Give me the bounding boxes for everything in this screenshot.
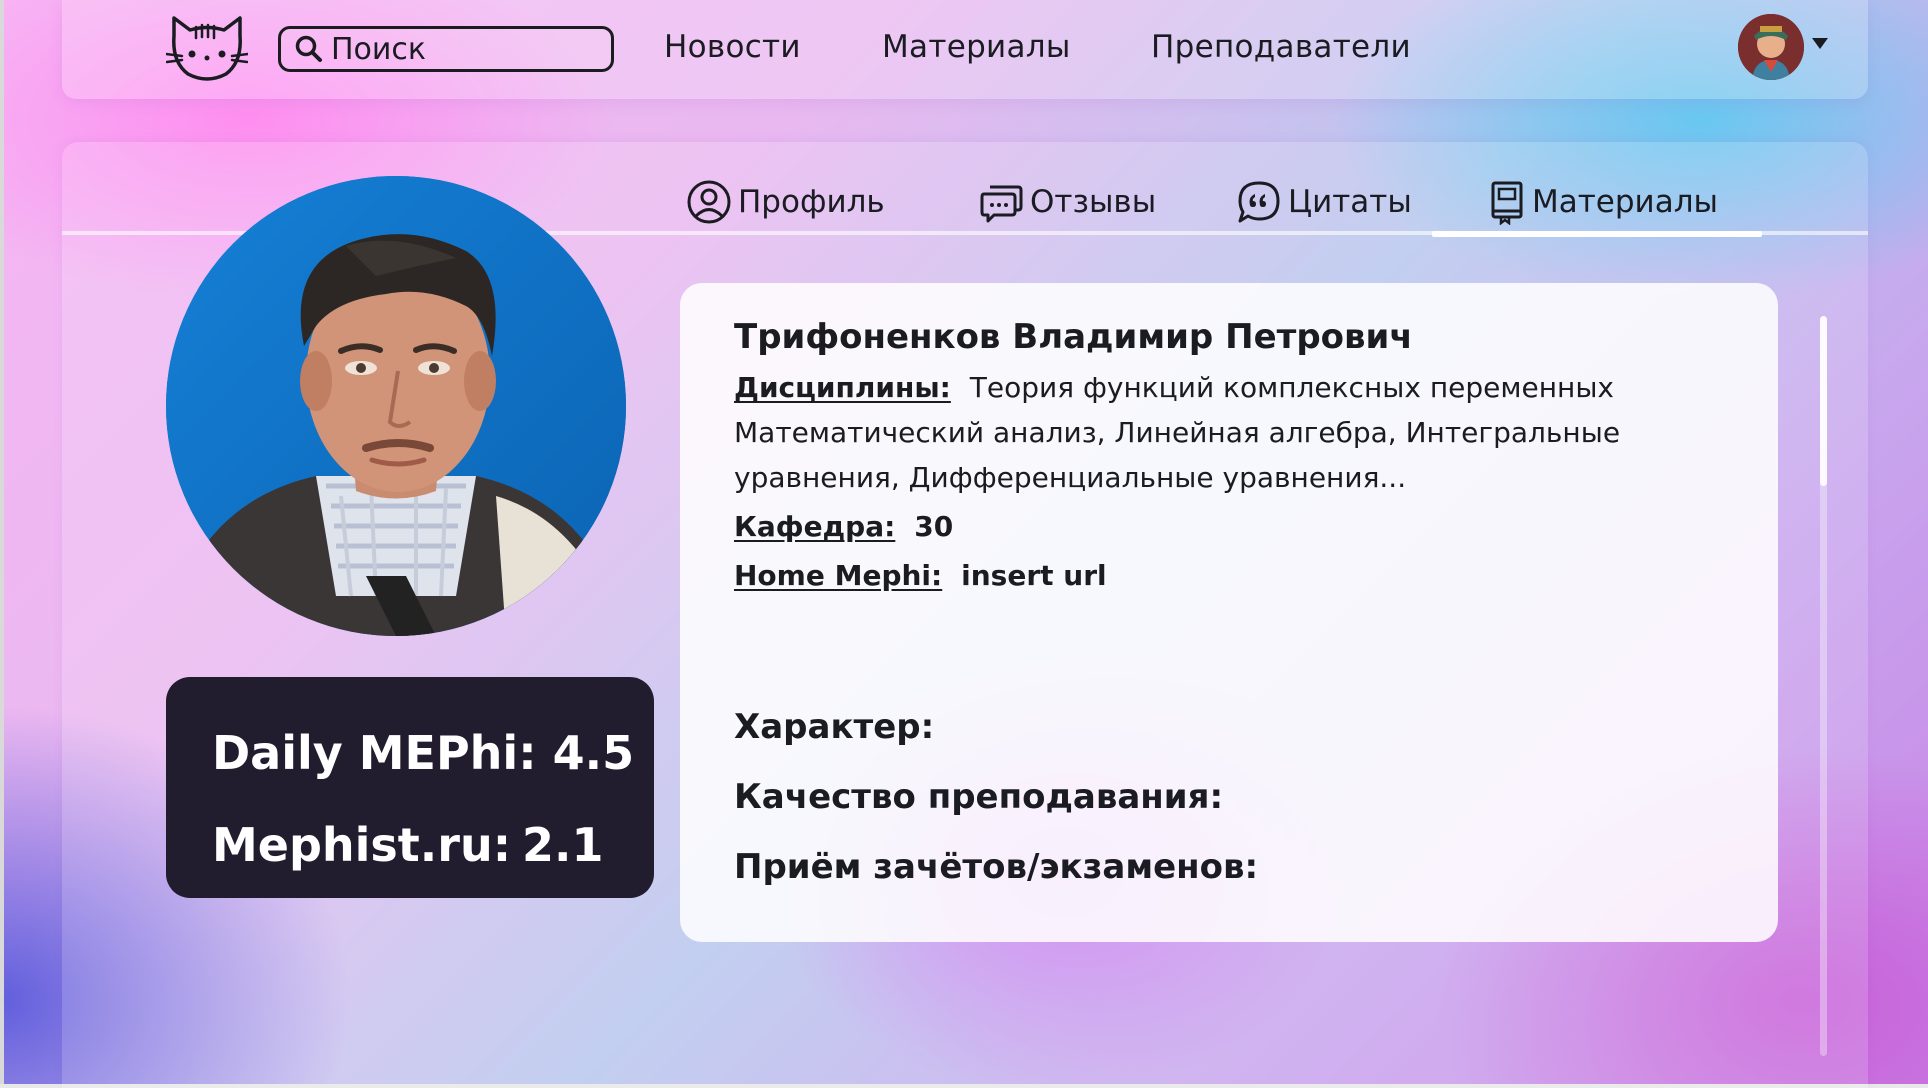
tab-quotes-label: Цитаты — [1288, 184, 1412, 220]
disciplines-label: Дисциплины: — [734, 371, 951, 404]
search-icon — [295, 35, 322, 62]
window-left-edge — [0, 0, 4, 1088]
caret-down-icon[interactable] — [1812, 38, 1828, 50]
rating-source: Mephist.ru: — [212, 818, 512, 872]
teacher-name: Трифоненков Владимир Петрович — [734, 317, 1413, 357]
tab-reviews[interactable]: Отзывы — [980, 174, 1156, 230]
active-tab-indicator — [1432, 231, 1762, 237]
homepage-row: Home Mephi: insert url — [734, 553, 1748, 598]
homepage-value: insert url — [961, 559, 1107, 592]
nav-materials[interactable]: Материалы — [882, 29, 1071, 65]
scrollbar-thumb[interactable] — [1820, 316, 1827, 486]
rating-value: 4.5 — [552, 726, 635, 780]
quote-bubble-icon — [1238, 181, 1280, 223]
disciplines-row: Дисциплины: Теория функций комплексных п… — [734, 365, 1748, 500]
criterion-teaching-quality: Качество преподавания: — [734, 777, 1224, 817]
rating-row: Daily MEPhi: 4.5 — [212, 707, 654, 799]
tab-reviews-label: Отзывы — [1030, 184, 1157, 220]
rating-row: Mephist.ru: 2.1 — [212, 799, 654, 891]
user-menu[interactable] — [1738, 14, 1828, 80]
nav-teachers[interactable]: Преподаватели — [1151, 29, 1411, 65]
teacher-info-card: Трифоненков Владимир Петрович Дисциплины… — [680, 283, 1778, 942]
rating-source: Daily MEPhi: — [212, 726, 537, 780]
criterion-exams: Приём зачётов/экзаменов: — [734, 847, 1259, 887]
ratings-card: Daily MEPhi: 4.5 Mephist.ru: 2.1 — [166, 677, 654, 898]
search-input[interactable] — [331, 31, 601, 67]
page: Новости Материалы Преподаватели Профиль — [0, 0, 1928, 1088]
teacher-photo — [166, 176, 626, 636]
tab-profile[interactable]: Профиль — [686, 174, 885, 230]
rating-value: 2.1 — [522, 818, 604, 872]
search-box[interactable] — [278, 26, 614, 72]
department-row: Кафедра: 30 — [734, 504, 1748, 549]
tab-materials[interactable]: Материалы — [1488, 174, 1718, 230]
homepage-link[interactable]: Home Mephi: — [734, 559, 942, 592]
cat-logo-icon[interactable] — [164, 12, 250, 84]
department-value: 30 — [914, 510, 954, 543]
book-icon — [1491, 181, 1523, 225]
tab-profile-label: Профиль — [738, 184, 885, 220]
department-label: Кафедра: — [734, 510, 896, 543]
tab-quotes[interactable]: Цитаты — [1236, 174, 1412, 230]
user-avatar[interactable] — [1738, 14, 1804, 80]
chat-bubbles-icon — [980, 185, 1023, 223]
user-circle-icon — [687, 180, 731, 224]
nav-news[interactable]: Новости — [664, 29, 801, 65]
criterion-character: Характер: — [734, 707, 935, 747]
tab-materials-label: Материалы — [1532, 184, 1718, 220]
rating-criteria: Характер: Качество преподавания: Приём з… — [734, 692, 1748, 902]
